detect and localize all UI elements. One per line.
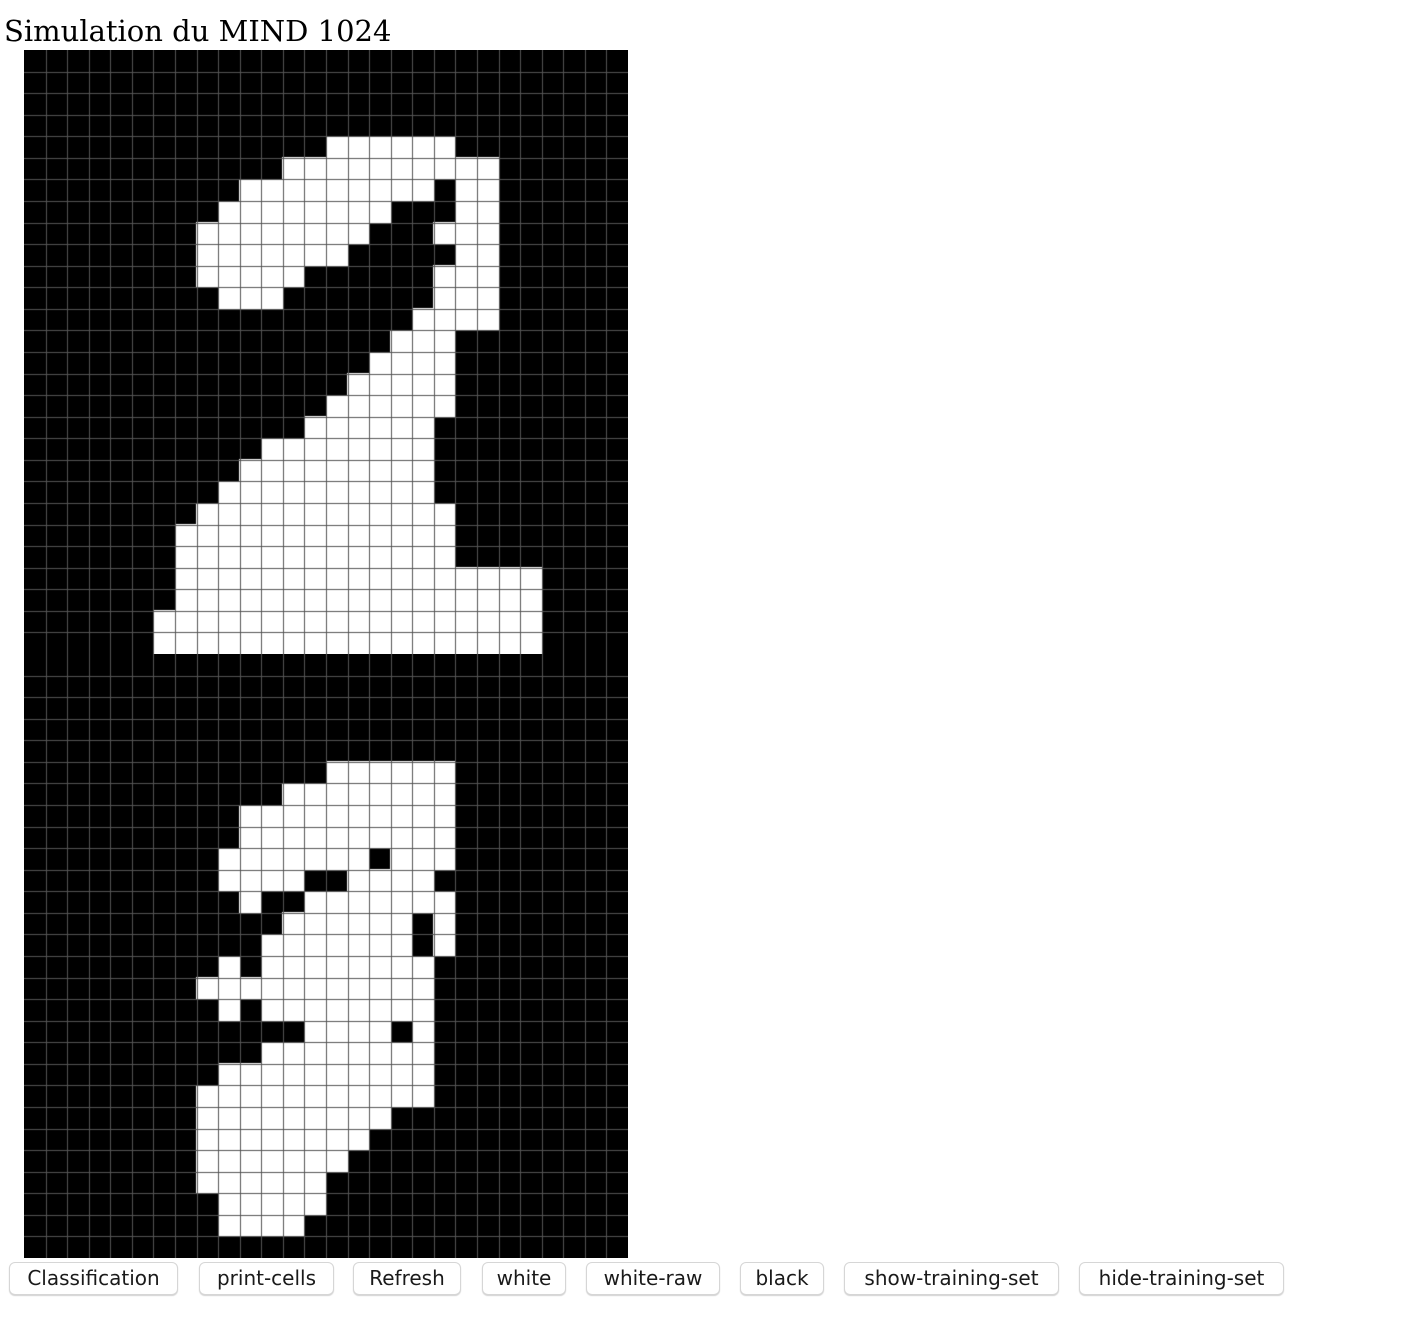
refresh-button[interactable]: Refresh	[353, 1262, 461, 1295]
white-button[interactable]: white	[482, 1262, 566, 1295]
page-title: Simulation du MIND 1024	[4, 14, 392, 48]
white-raw-button[interactable]: white-raw	[586, 1262, 720, 1295]
digit-canvas-top[interactable]	[24, 50, 628, 654]
digit-grid-top[interactable]	[24, 50, 628, 654]
print-cells-button[interactable]: print-cells	[199, 1262, 334, 1295]
black-button[interactable]: black	[740, 1262, 824, 1295]
classification-button[interactable]: Classification	[9, 1262, 178, 1295]
digit-canvas-bottom[interactable]	[24, 654, 628, 1258]
digit-grid-bottom[interactable]	[24, 654, 628, 1258]
show-training-set-button[interactable]: show-training-set	[844, 1262, 1059, 1295]
hide-training-set-button[interactable]: hide-training-set	[1079, 1262, 1284, 1295]
